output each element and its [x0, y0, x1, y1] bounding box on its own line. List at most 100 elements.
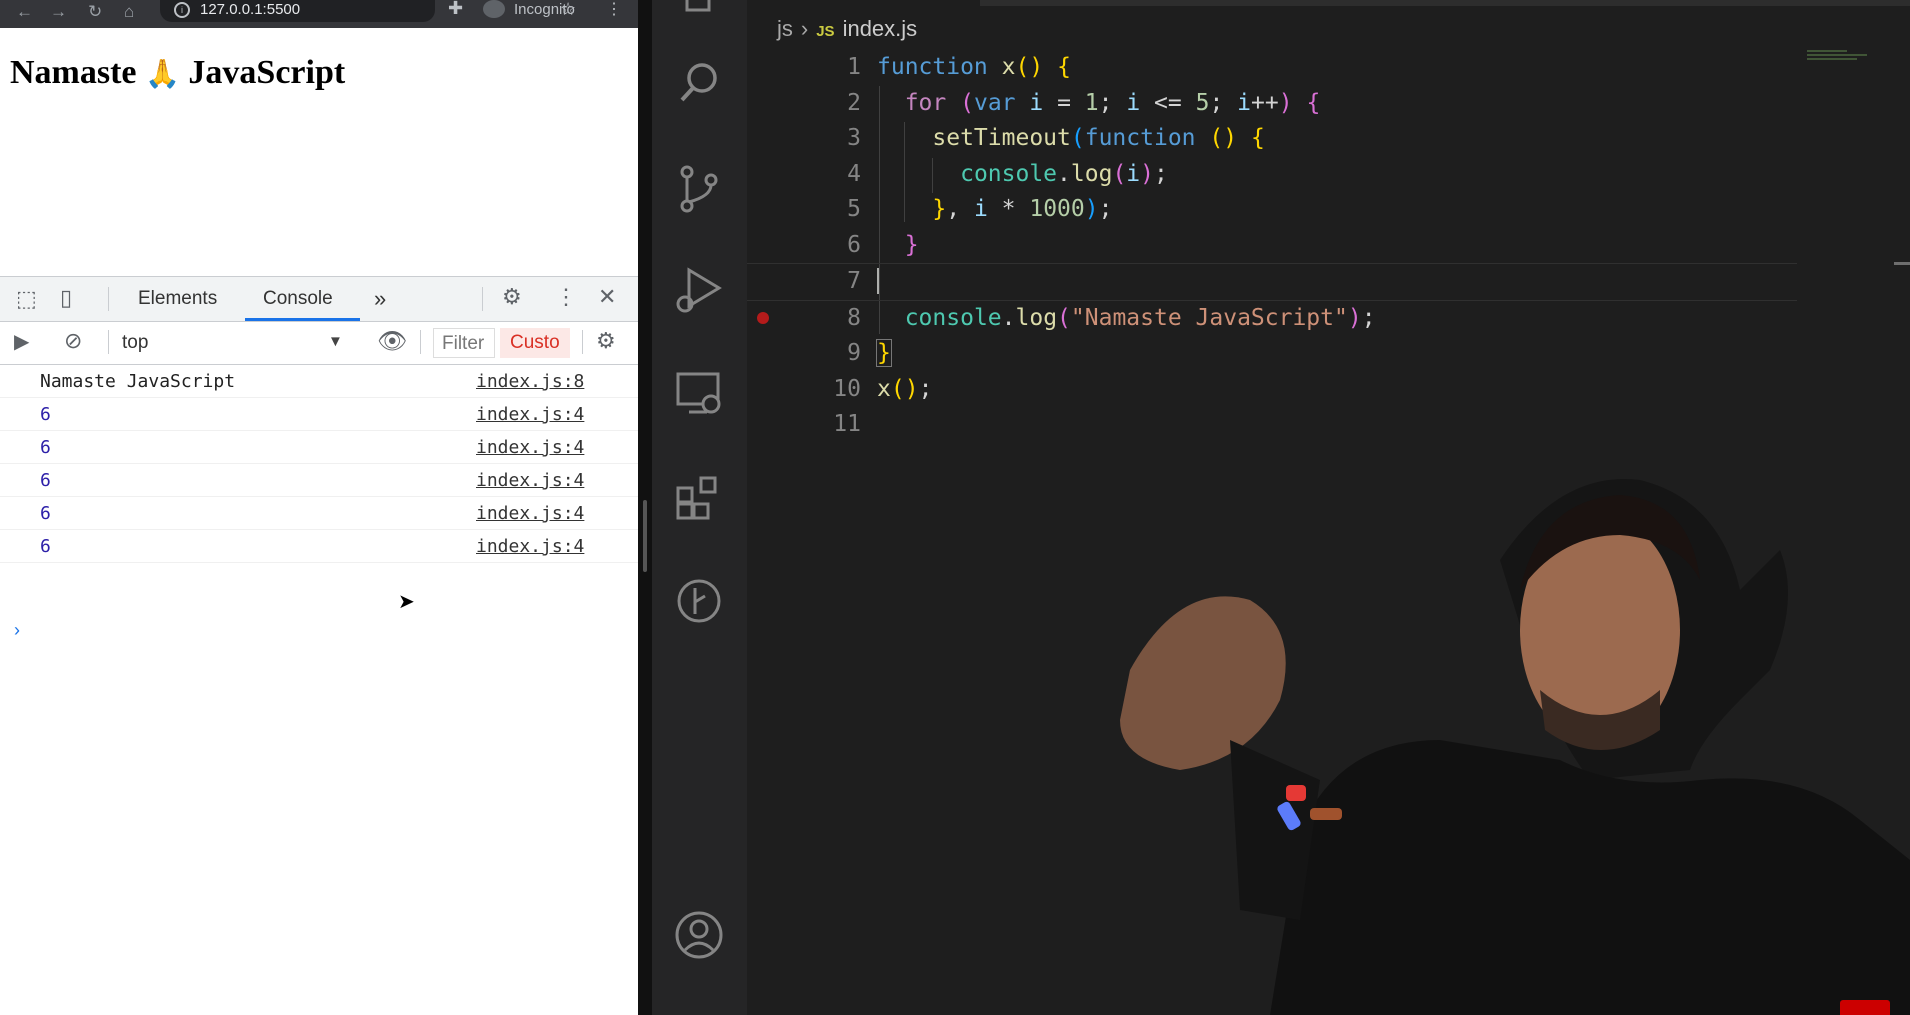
console-message: 6 — [40, 503, 51, 524]
run-debug-icon[interactable] — [674, 266, 724, 316]
console-source-link[interactable]: index.js:4 — [476, 404, 584, 425]
log-levels-dropdown[interactable]: Custo — [500, 328, 570, 358]
youtube-logo-icon — [1840, 1000, 1890, 1015]
devtools-panel: ⬚ ▯ Elements Console » ⚙ ⋮ ✕ ▶ ⊘ top ▼ 👁… — [0, 276, 638, 1015]
incognito-label[interactable]: Incognito — [514, 1, 575, 18]
console-settings-gear-icon[interactable]: ⚙ — [596, 328, 616, 354]
webcam-presenter — [1120, 479, 1910, 1015]
console-row: 6 index.js:4 — [0, 464, 638, 497]
line-content: console.log("Namaste JavaScript"); — [904, 304, 1376, 331]
console-toolbar: ▶ ⊘ top ▼ 👁 Filter Custo ⚙ — [0, 322, 638, 365]
separator — [108, 330, 109, 354]
line-content: function x() { — [877, 54, 1071, 80]
vscode-activity-bar — [652, 0, 747, 1015]
log-levels-label: Custo — [510, 332, 560, 353]
active-tab-indicator — [245, 318, 360, 321]
code-line[interactable]: 9} — [747, 336, 1910, 372]
files-icon[interactable] — [674, 0, 724, 28]
extensions-puzzle-icon[interactable]: ✚ — [448, 0, 463, 19]
url-text: 127.0.0.1:5500 — [200, 1, 301, 18]
code-line[interactable]: 4 console.log(i); — [747, 157, 1910, 193]
device-toolbar-icon[interactable]: ▯ — [60, 285, 72, 311]
code-line[interactable]: 8 console.log("Namaste JavaScript"); — [747, 301, 1910, 337]
code-line[interactable]: 6 } — [747, 228, 1910, 264]
console-source-link[interactable]: index.js:4 — [476, 470, 584, 491]
line-content — [877, 264, 893, 300]
code-line-active[interactable]: 7 — [747, 263, 1797, 301]
chevron-right-icon: › — [800, 16, 809, 41]
line-number: 7 — [847, 268, 861, 294]
breadcrumb: js › JS index.js — [777, 16, 917, 42]
line-number: 3 — [847, 125, 861, 151]
close-devtools-icon[interactable]: ✕ — [598, 284, 616, 310]
devtools-menu-icon[interactable]: ⋮ — [555, 284, 577, 310]
console-prompt[interactable]: › — [14, 620, 20, 641]
folded-hands-emoji: 🙏 — [145, 57, 180, 90]
git-graph-icon[interactable] — [674, 576, 724, 626]
search-icon[interactable] — [674, 60, 724, 110]
breadcrumb-folder[interactable]: js — [777, 16, 793, 41]
reload-icon[interactable]: ↻ — [88, 2, 102, 22]
console-message: 6 — [40, 536, 51, 557]
line-number: 2 — [847, 89, 861, 116]
settings-gear-icon[interactable]: ⚙ — [502, 284, 522, 310]
site-info-icon[interactable]: i — [174, 2, 190, 18]
console-filter-input[interactable]: Filter — [433, 328, 495, 358]
code-line[interactable]: 2 for (var i = 1; i <= 5; i++) { — [747, 86, 1910, 122]
forward-icon[interactable]: → — [50, 2, 67, 22]
console-row: 6 index.js:4 — [0, 497, 638, 530]
console-row: 6 index.js:4 — [0, 530, 638, 563]
filter-placeholder: Filter — [442, 333, 485, 354]
line-number: 1 — [847, 54, 861, 80]
sidebar-toggle-icon[interactable]: ▶ — [14, 329, 29, 354]
code-line[interactable]: 10 x(); — [747, 372, 1910, 408]
code-line[interactable]: 11 — [747, 407, 1910, 443]
line-number: 9 — [847, 340, 861, 366]
more-tabs-icon[interactable]: » — [374, 286, 386, 312]
line-number: 6 — [847, 231, 861, 258]
breadcrumb-file[interactable]: index.js — [843, 16, 918, 41]
console-source-link[interactable]: index.js:8 — [476, 371, 584, 392]
line-number: 5 — [847, 196, 861, 222]
tab-console[interactable]: Console — [263, 288, 333, 310]
breakpoint-icon[interactable] — [757, 311, 769, 324]
line-content: } — [904, 231, 919, 258]
incognito-icon[interactable] — [483, 0, 505, 18]
editor-tab-strip — [980, 0, 1910, 6]
separator — [108, 287, 109, 311]
line-content: }, i * 1000); — [932, 196, 1113, 222]
console-source-link[interactable]: index.js:4 — [476, 437, 584, 458]
inspect-element-icon[interactable]: ⬚ — [16, 286, 37, 312]
console-row: Namaste JavaScript index.js:8 — [0, 365, 638, 398]
source-control-icon[interactable] — [674, 164, 724, 214]
code-area[interactable]: 1 function x() { 2 for (var i = 1; i <= 5… — [747, 50, 1910, 443]
account-icon[interactable] — [674, 910, 724, 960]
mouse-cursor-icon: ➤ — [398, 591, 415, 613]
resize-handle[interactable] — [643, 500, 647, 572]
address-bar[interactable]: i 127.0.0.1:5500 ☆ — [160, 0, 576, 22]
line-number: 8 — [847, 304, 861, 331]
extensions-icon[interactable] — [674, 474, 724, 524]
code-line[interactable]: 3 setTimeout(function () { — [747, 121, 1910, 157]
code-line[interactable]: 1 function x() { — [747, 50, 1910, 86]
live-expression-eye-icon[interactable]: 👁 — [377, 327, 407, 356]
separator — [582, 330, 583, 354]
chevron-down-icon[interactable]: ▼ — [328, 333, 343, 350]
console-message: 6 — [40, 404, 51, 425]
browser-menu-icon[interactable]: ⋮ — [606, 0, 622, 19]
line-content: setTimeout(function () { — [932, 125, 1265, 151]
home-icon[interactable]: ⌂ — [124, 2, 134, 22]
clear-console-icon[interactable]: ⊘ — [64, 328, 82, 354]
context-selector[interactable]: top — [122, 332, 148, 354]
line-number: 10 — [833, 375, 861, 402]
browser-window: ← → ↻ ⌂ i 127.0.0.1:5500 ☆ ✚ Incognito ⋮… — [0, 0, 638, 1015]
console-source-link[interactable]: index.js:4 — [476, 503, 584, 524]
devtools-tab-bar: ⬚ ▯ Elements Console » ⚙ ⋮ ✕ — [0, 277, 638, 322]
code-line[interactable]: 5 }, i * 1000); — [747, 192, 1910, 228]
remote-explorer-icon[interactable] — [674, 370, 724, 420]
line-content: } — [876, 339, 892, 367]
back-icon[interactable]: ← — [16, 2, 33, 22]
console-source-link[interactable]: index.js:4 — [476, 536, 584, 557]
console-row: 6 index.js:4 — [0, 431, 638, 464]
tab-elements[interactable]: Elements — [138, 288, 217, 310]
